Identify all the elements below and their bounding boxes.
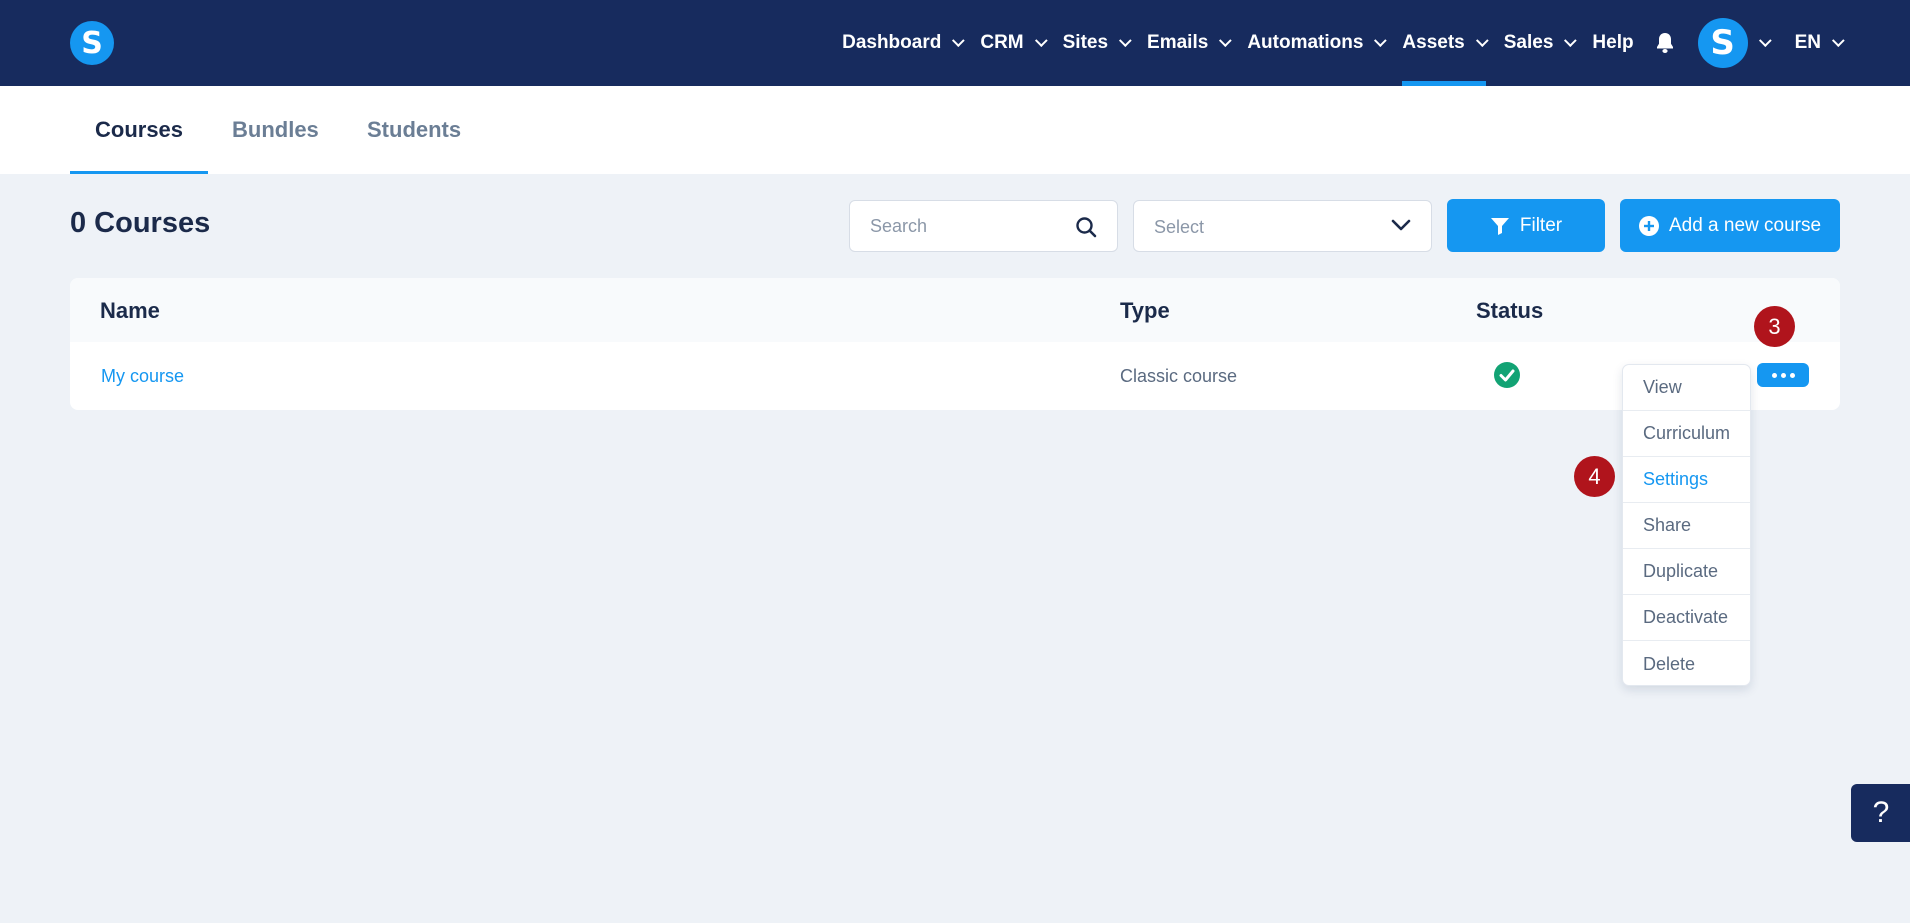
nav-sales[interactable]: Sales xyxy=(1503,0,1578,86)
search-input[interactable] xyxy=(870,201,1070,251)
menu-item-view[interactable]: View xyxy=(1623,365,1750,411)
nav-automations[interactable]: Automations xyxy=(1247,0,1388,86)
nav-sites-label: Sites xyxy=(1062,32,1109,53)
chevron-down-icon xyxy=(952,33,966,47)
tab-bar: Courses Bundles Students xyxy=(0,86,1910,174)
check-circle-icon xyxy=(1494,362,1520,393)
chevron-down-icon xyxy=(1758,33,1772,47)
filter-icon xyxy=(1490,216,1510,236)
language-selector[interactable]: EN xyxy=(1794,0,1845,86)
nav-help-label: Help xyxy=(1592,32,1634,53)
nav-sites[interactable]: Sites xyxy=(1062,0,1132,86)
step-marker-4: 4 xyxy=(1574,456,1615,497)
bell-icon[interactable] xyxy=(1654,31,1676,55)
app-logo[interactable]: S xyxy=(70,21,114,65)
row-actions-button[interactable] xyxy=(1757,363,1809,387)
nav-emails[interactable]: Emails xyxy=(1147,0,1233,86)
courses-table: Name Type Status My course Classic cours… xyxy=(70,278,1840,410)
menu-item-share[interactable]: Share xyxy=(1623,503,1750,549)
column-header-status[interactable]: Status xyxy=(1476,298,1543,324)
column-header-type[interactable]: Type xyxy=(1120,298,1170,324)
chevron-down-icon xyxy=(1219,33,1233,47)
menu-item-delete[interactable]: Delete xyxy=(1623,641,1750,687)
course-name-link[interactable]: My course xyxy=(101,366,184,387)
nav-crm[interactable]: CRM xyxy=(980,0,1048,86)
nav-sales-label: Sales xyxy=(1503,32,1554,53)
tab-bundles[interactable]: Bundles xyxy=(232,86,319,174)
add-course-label: Add a new course xyxy=(1668,214,1822,236)
add-course-button[interactable]: Add a new course xyxy=(1620,199,1840,252)
course-type: Classic course xyxy=(1120,366,1238,386)
menu-item-deactivate[interactable]: Deactivate xyxy=(1623,595,1750,641)
menu-item-duplicate[interactable]: Duplicate xyxy=(1623,549,1750,595)
chevron-down-icon xyxy=(1564,33,1578,47)
search-box xyxy=(849,200,1118,252)
nav-automations-label: Automations xyxy=(1247,32,1364,53)
page-title: 0 Courses xyxy=(70,207,211,239)
tab-courses[interactable]: Courses xyxy=(69,86,209,174)
nav-crm-label: CRM xyxy=(980,32,1024,53)
row-actions-menu: View Curriculum Settings Share Duplicate… xyxy=(1622,364,1751,686)
chevron-down-icon xyxy=(1034,33,1048,47)
nav-assets[interactable]: Assets xyxy=(1402,0,1489,86)
filter-button[interactable]: Filter xyxy=(1447,199,1605,252)
chevron-down-icon xyxy=(1831,33,1845,47)
top-navbar: S Dashboard CRM Sites Emails Automations… xyxy=(0,0,1910,86)
avatar: S xyxy=(1697,18,1748,68)
menu-item-settings[interactable]: Settings xyxy=(1623,457,1750,503)
plus-circle-icon xyxy=(1638,215,1659,236)
status-select[interactable]: Select xyxy=(1133,200,1432,252)
language-label: EN xyxy=(1794,32,1821,53)
menu-item-curriculum[interactable]: Curriculum xyxy=(1623,411,1750,457)
user-menu[interactable]: S xyxy=(1697,18,1772,68)
help-button[interactable]: ? xyxy=(1851,784,1910,842)
step-marker-3: 3 xyxy=(1754,306,1795,347)
chevron-down-icon xyxy=(1374,33,1388,47)
search-icon[interactable] xyxy=(1075,216,1097,243)
nav-dashboard[interactable]: Dashboard xyxy=(842,0,966,86)
more-dots-icon xyxy=(1771,372,1777,378)
table-header: Name Type Status xyxy=(70,278,1840,342)
main-nav: Dashboard CRM Sites Emails Automations A… xyxy=(842,0,1910,86)
chevron-down-icon xyxy=(1391,218,1411,237)
filter-button-label: Filter xyxy=(1519,214,1563,236)
nav-help[interactable]: Help xyxy=(1592,0,1633,86)
nav-dashboard-label: Dashboard xyxy=(842,32,942,53)
tab-students[interactable]: Students xyxy=(367,86,461,174)
column-header-name[interactable]: Name xyxy=(100,298,160,324)
chevron-down-icon xyxy=(1475,33,1489,47)
nav-emails-label: Emails xyxy=(1147,32,1209,53)
chevron-down-icon xyxy=(1119,33,1132,47)
nav-assets-label: Assets xyxy=(1402,32,1465,53)
select-value: Select xyxy=(1154,217,1205,237)
